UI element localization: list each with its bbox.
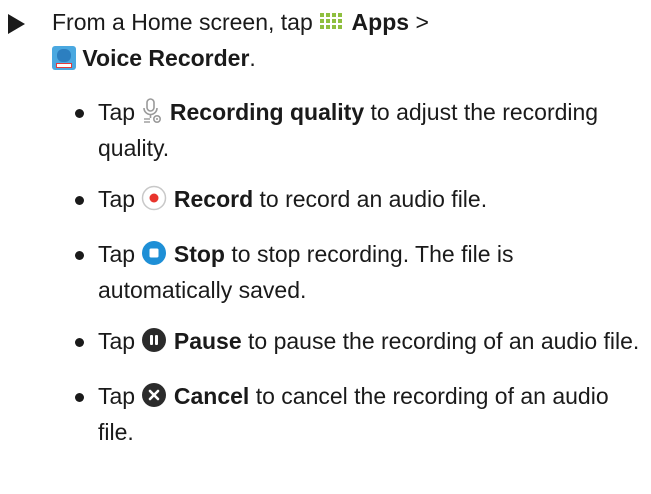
- bullet-icon: [75, 196, 84, 205]
- intro-suffix: .: [249, 45, 256, 71]
- step-tap: Tap: [98, 383, 136, 409]
- bullet-icon: [75, 251, 84, 260]
- step-label: Record: [173, 186, 254, 212]
- list-item: Tap Record to record an audio file.: [0, 183, 640, 219]
- step-description: to record an audio file.: [259, 186, 488, 212]
- step-label: Cancel: [173, 383, 250, 409]
- step-description: to pause the recording of an audio file.: [248, 328, 640, 354]
- intro-prefix: From a Home screen, tap: [52, 9, 313, 35]
- cancel-icon: [141, 382, 167, 416]
- record-icon: [141, 185, 167, 219]
- list-item: Tap Pause to pause the recording of an a…: [0, 325, 640, 361]
- intro-step: From a Home screen, tap Apps > Voice Rec…: [0, 6, 600, 78]
- step-list: Tap Recording quality to adjust the reco…: [0, 96, 640, 467]
- list-item: Tap Stop to stop recording. The file is …: [0, 238, 640, 306]
- bullet-icon: [75, 109, 84, 118]
- stop-icon: [141, 240, 167, 274]
- separator: >: [415, 9, 429, 35]
- list-item: Tap Recording quality to adjust the reco…: [0, 96, 640, 164]
- apps-label: Apps: [351, 9, 410, 35]
- pause-icon: [141, 327, 167, 361]
- voice-recorder-label: Voice Recorder: [82, 45, 250, 71]
- step-tap: Tap: [98, 99, 136, 125]
- microphone-settings-icon: [141, 98, 163, 132]
- bullet-arrow-icon: [8, 14, 25, 34]
- list-item: Tap Cancel to cancel the recording of an…: [0, 380, 640, 448]
- bullet-icon: [75, 393, 84, 402]
- step-tap: Tap: [98, 328, 136, 354]
- apps-grid-icon: [319, 10, 345, 42]
- step-label: Pause: [173, 328, 242, 354]
- step-label: Stop: [173, 241, 225, 267]
- voice-recorder-app-icon: [52, 46, 76, 78]
- step-tap: Tap: [98, 241, 136, 267]
- step-tap: Tap: [98, 186, 136, 212]
- bullet-icon: [75, 338, 84, 347]
- step-label: Recording quality: [169, 99, 365, 125]
